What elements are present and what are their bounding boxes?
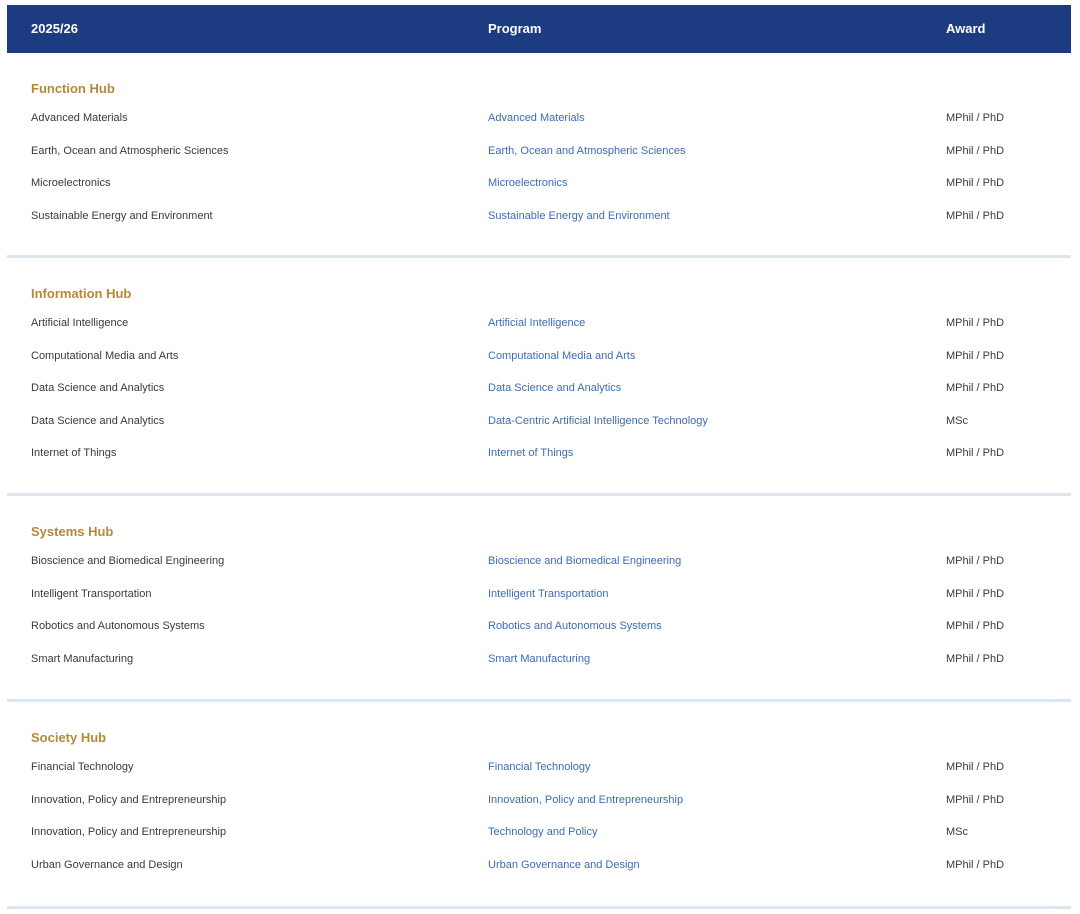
table-row: Financial Technology Financial Technology… <box>7 759 1071 792</box>
area-cell: Internet of Things <box>31 447 117 459</box>
program-link[interactable]: Artificial Intelligence <box>488 315 585 331</box>
table-row: Innovation, Policy and Entrepreneurship I… <box>7 792 1071 825</box>
program-link[interactable]: Intelligent Transportation <box>488 586 608 602</box>
hub-rows: Financial Technology Financial Technology… <box>7 759 1071 889</box>
table-row: Advanced Materials Advanced Materials MPhi… <box>7 110 1071 143</box>
table-row: Robotics and Autonomous Systems Robotics … <box>7 618 1071 651</box>
award-cell: MPhil / PhD <box>946 177 1005 189</box>
award-cell: MPhil / PhD <box>946 382 1005 394</box>
hubs-container: Function Hub Advanced Materials Advanced M… <box>7 53 1071 909</box>
hub-title: Function Hub <box>31 81 115 96</box>
area-cell: Intelligent Transportation <box>31 587 152 600</box>
program-link[interactable]: Advanced Materials <box>488 110 585 126</box>
area-cell: Artificial Intelligence <box>31 317 129 329</box>
programs-table: 2025/26 Program Award Function Hub Advanc… <box>7 5 1071 909</box>
table-row: Sustainable Energy and Environment Sustai… <box>7 208 1071 241</box>
program-link[interactable]: Technology and Policy <box>488 824 597 840</box>
award-cell: MPhil / PhD <box>946 793 1005 806</box>
award-cell: MPhil / PhD <box>946 620 1005 632</box>
program-link[interactable]: Internet of Things <box>488 445 573 461</box>
program-link[interactable]: Bioscience and Biomedical Engineering <box>488 553 681 569</box>
hub-title: Systems Hub <box>31 524 114 539</box>
table-row: Bioscience and Biomedical Engineering Bio… <box>7 553 1071 586</box>
header-program: Program <box>488 21 542 36</box>
hub-rows: Advanced Materials Advanced Materials MPhi… <box>7 110 1071 240</box>
area-cell: Financial Technology <box>31 761 134 773</box>
hub-section: Function Hub Advanced Materials Advanced M… <box>7 53 1071 258</box>
area-cell: Advanced Materials <box>31 112 128 124</box>
program-link[interactable]: Sustainable Energy and Environment <box>488 208 670 224</box>
program-link[interactable]: Microelectronics <box>488 175 567 191</box>
area-cell: Innovation, Policy and Entrepreneurship <box>31 793 227 806</box>
header-award: Award <box>946 21 986 36</box>
area-cell: Earth, Ocean and Atmospheric Sciences <box>31 144 229 157</box>
program-link[interactable]: Data-Centric Artificial Intelligence Tec… <box>488 413 708 429</box>
table-row: Earth, Ocean and Atmospheric Sciences Ear… <box>7 143 1071 176</box>
program-link[interactable]: Robotics and Autonomous Systems <box>488 618 662 634</box>
table-row: Innovation, Policy and Entrepreneurship T… <box>7 824 1071 857</box>
table-row: Microelectronics Microelectronics MPhil / … <box>7 175 1071 208</box>
award-cell: MPhil / PhD <box>946 112 1005 124</box>
table-row: Smart Manufacturing Smart Manufacturing MP… <box>7 651 1071 684</box>
table-row: Artificial Intelligence Artificial Intell… <box>7 315 1071 348</box>
award-cell: MPhil / PhD <box>946 209 1005 222</box>
header-year: 2025/26 <box>31 21 78 36</box>
area-cell: Sustainable Energy and Environment <box>31 209 213 222</box>
hub-section: Systems Hub Bioscience and Biomedical Eng… <box>7 496 1071 702</box>
table-row: Data Science and Analytics Data-Centric A… <box>7 413 1071 446</box>
area-cell: Bioscience and Biomedical Engineering <box>31 555 225 567</box>
program-link[interactable]: Financial Technology <box>488 759 591 775</box>
area-cell: Data Science and Analytics <box>31 414 165 427</box>
hub-rows: Bioscience and Biomedical Engineering Bio… <box>7 553 1071 683</box>
table-row: Computational Media and Arts Computationa… <box>7 348 1071 381</box>
area-cell: Innovation, Policy and Entrepreneurship <box>31 826 227 838</box>
award-cell: MPhil / PhD <box>946 652 1005 665</box>
award-cell: MPhil / PhD <box>946 447 1005 459</box>
area-cell: Urban Governance and Design <box>31 858 183 871</box>
area-cell: Microelectronics <box>31 177 111 189</box>
award-cell: MPhil / PhD <box>946 144 1005 157</box>
table-row: Data Science and Analytics Data Science a… <box>7 380 1071 413</box>
award-cell: MPhil / PhD <box>946 555 1005 567</box>
program-link[interactable]: Computational Media and Arts <box>488 348 635 364</box>
program-link[interactable]: Urban Governance and Design <box>488 857 640 873</box>
table-row: Urban Governance and Design Urban Governa… <box>7 857 1071 890</box>
award-cell: MSc <box>946 826 968 838</box>
hub-title: Society Hub <box>31 730 107 745</box>
area-cell: Smart Manufacturing <box>31 652 134 665</box>
program-link[interactable]: Innovation, Policy and Entrepreneurship <box>488 792 683 808</box>
table-row: Intelligent Transportation Intelligent Tr… <box>7 586 1071 619</box>
hub-rows: Artificial Intelligence Artificial Intell… <box>7 315 1071 478</box>
award-cell: MPhil / PhD <box>946 587 1005 600</box>
award-cell: MPhil / PhD <box>946 349 1005 362</box>
hub-section: Information Hub Artificial Intelligence Ar… <box>7 258 1071 496</box>
award-cell: MSc <box>946 414 968 427</box>
hub-section: Society Hub Financial Technology Financial… <box>7 702 1071 909</box>
table-row: Internet of Things Internet of Things MPhi… <box>7 445 1071 478</box>
table-header: 2025/26 Program Award <box>7 5 1071 53</box>
program-link[interactable]: Earth, Ocean and Atmospheric Sciences <box>488 143 686 159</box>
award-cell: MPhil / PhD <box>946 761 1005 773</box>
program-link[interactable]: Smart Manufacturing <box>488 651 590 667</box>
hub-title: Information Hub <box>31 286 132 301</box>
award-cell: MPhil / PhD <box>946 317 1005 329</box>
area-cell: Data Science and Analytics <box>31 382 165 394</box>
program-link[interactable]: Data Science and Analytics <box>488 380 621 396</box>
area-cell: Computational Media and Arts <box>31 349 179 362</box>
award-cell: MPhil / PhD <box>946 858 1005 871</box>
area-cell: Robotics and Autonomous Systems <box>31 620 205 632</box>
